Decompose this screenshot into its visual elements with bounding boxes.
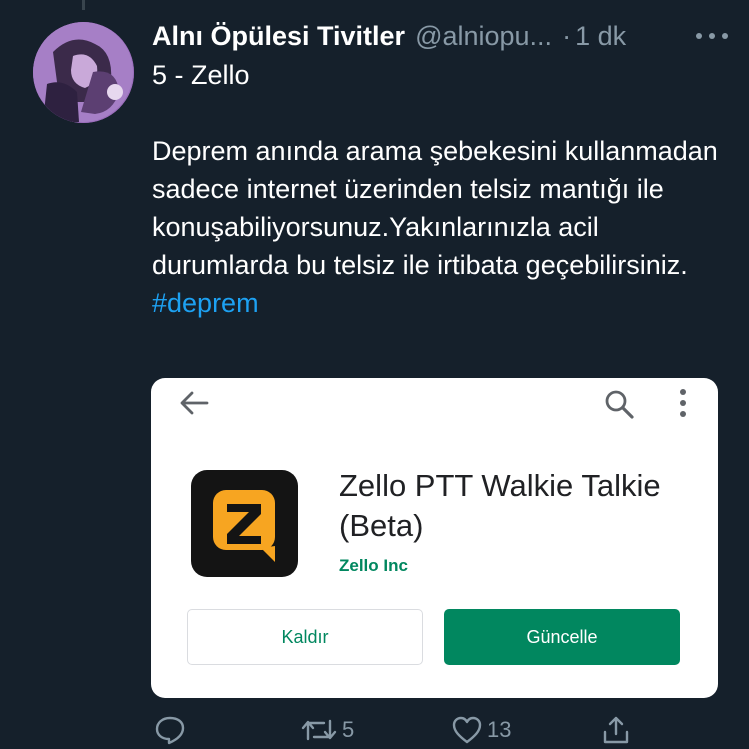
media-card[interactable]: Zello PTT Walkie Talkie (Beta) Zello Inc…	[151, 378, 718, 698]
search-icon[interactable]	[603, 388, 635, 420]
uninstall-button[interactable]: Kaldır	[187, 609, 423, 665]
retweet-button[interactable]: 5	[300, 711, 354, 749]
user-handle[interactable]: @alniopu...	[415, 21, 552, 52]
retweet-icon	[301, 719, 337, 741]
reply-icon	[155, 716, 185, 745]
thread-line	[82, 0, 85, 10]
app-icon[interactable]	[191, 470, 298, 577]
tweet-time[interactable]: 1 dk	[575, 21, 626, 52]
back-arrow-icon[interactable]	[179, 390, 209, 416]
like-button[interactable]: 13	[451, 711, 511, 749]
tweet-text: 5 - Zello Deprem anında arama şebekesini…	[152, 56, 732, 322]
tweet-header: Alnı Öpülesi Tivitler @alniopu... · 1 dk	[152, 18, 732, 54]
reply-button[interactable]	[154, 711, 186, 749]
avatar-image	[33, 22, 134, 123]
zello-logo-icon	[213, 490, 275, 562]
tweet-body: Deprem anında arama şebekesini kullanmad…	[152, 132, 732, 322]
share-button[interactable]	[600, 711, 632, 749]
retweet-count: 5	[342, 717, 355, 742]
overflow-menu-icon[interactable]	[676, 388, 690, 418]
avatar[interactable]	[33, 22, 134, 123]
share-icon	[603, 716, 629, 744]
tweet-title: 5 - Zello	[152, 60, 250, 90]
display-name[interactable]: Alnı Öpülesi Tivitler	[152, 21, 405, 52]
like-icon	[452, 716, 482, 744]
app-title: Zello PTT Walkie Talkie (Beta)	[339, 468, 661, 543]
more-icon[interactable]	[694, 22, 730, 50]
app-developer[interactable]: Zello Inc	[339, 556, 408, 576]
tweet-body-text: Deprem anında arama şebekesini kullanmad…	[152, 136, 718, 280]
like-count: 13	[487, 717, 512, 742]
header-separator: ·	[562, 20, 572, 51]
hashtag-link[interactable]: #deprem	[152, 288, 259, 318]
update-button[interactable]: Güncelle	[444, 609, 680, 665]
